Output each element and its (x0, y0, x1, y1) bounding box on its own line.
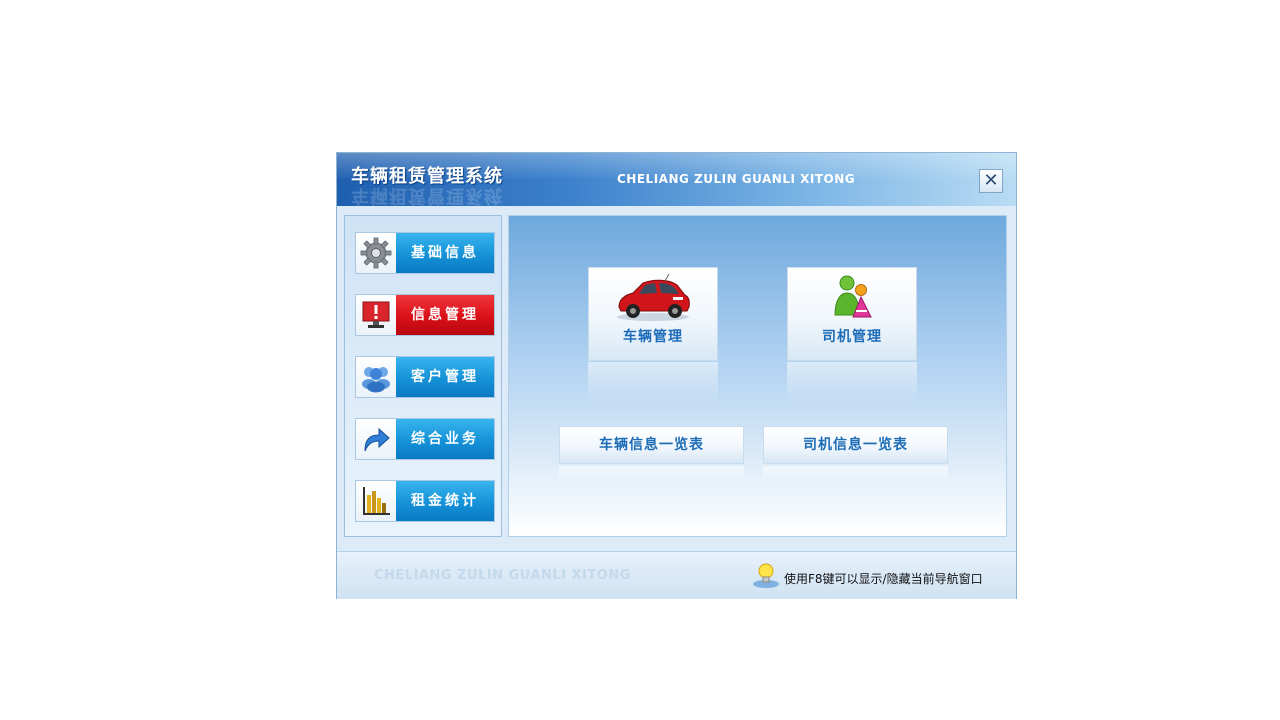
main-window: 车辆租赁管理系统 车辆租赁管理系统 CHELIANG ZULIN GUANLI … (336, 152, 1017, 599)
arrow-icon (356, 419, 396, 459)
car-icon (589, 272, 717, 324)
bar-chart-icon (356, 481, 396, 521)
sidebar-item-label: 综合业务 (396, 419, 494, 459)
users-icon (356, 357, 396, 397)
driver-management-tile[interactable]: 司机管理 (787, 267, 917, 361)
sidebar-item-label: 租金统计 (396, 481, 494, 521)
footer-watermark: CHELIANG ZULIN GUANLI XITONG (374, 568, 631, 583)
tile-reflection (787, 362, 917, 402)
keyboard-tip: 使用F8键可以显示/隐藏当前导航窗口 (784, 572, 983, 586)
button-reflection (763, 466, 948, 484)
close-icon: ✕ (983, 170, 999, 191)
sidebar-item-label: 信息管理 (396, 295, 494, 335)
title-bar: 车辆租赁管理系统 车辆租赁管理系统 CHELIANG ZULIN GUANLI … (337, 153, 1016, 206)
main-content-panel: 车辆管理 司机管理 车辆信息一览表 司机信息一览表 (508, 215, 1007, 537)
gear-icon (356, 233, 396, 273)
computer-alert-icon (356, 295, 396, 335)
vehicle-info-list-button[interactable]: 车辆信息一览表 (559, 426, 744, 464)
navigation-sidebar: 基础信息 信息管理 客户管理 综合业务 租金统计 (344, 215, 502, 537)
tile-label: 司机管理 (822, 329, 882, 345)
driver-info-list-button[interactable]: 司机信息一览表 (763, 426, 948, 464)
window-subtitle: CHELIANG ZULIN GUANLI XITONG (617, 172, 856, 186)
tile-label: 车辆管理 (623, 329, 683, 345)
status-bar: CHELIANG ZULIN GUANLI XITONG 使用F8键可以显示/隐… (337, 551, 1016, 599)
sidebar-item-basic-info[interactable]: 基础信息 (355, 232, 495, 274)
button-reflection (559, 466, 744, 484)
vehicle-management-tile[interactable]: 车辆管理 (588, 267, 718, 361)
sidebar-item-rent-statistics[interactable]: 租金统计 (355, 480, 495, 522)
driver-icon (788, 272, 916, 324)
close-button[interactable]: ✕ (979, 169, 1003, 193)
sidebar-item-business[interactable]: 综合业务 (355, 418, 495, 460)
window-title: 车辆租赁管理系统 (351, 166, 503, 187)
sidebar-item-customer-management[interactable]: 客户管理 (355, 356, 495, 398)
sidebar-item-label: 客户管理 (396, 357, 494, 397)
sidebar-item-info-management[interactable]: 信息管理 (355, 294, 495, 336)
tile-reflection (588, 362, 718, 402)
lightbulb-icon (752, 562, 780, 594)
sidebar-item-label: 基础信息 (396, 233, 494, 273)
